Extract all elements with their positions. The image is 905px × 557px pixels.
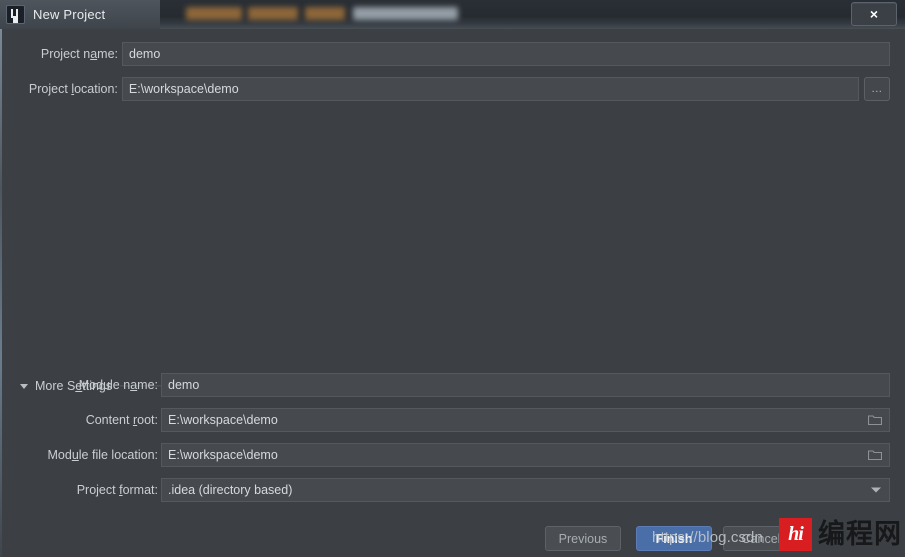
project-location-input[interactable]: E:\workspace\demo	[121, 77, 860, 101]
dialog-body: Project name: demo Project location: E:\…	[0, 29, 905, 557]
dialog-title: New Project	[33, 7, 106, 22]
folder-icon[interactable]	[868, 450, 882, 461]
project-name-input[interactable]: demo	[122, 42, 890, 66]
project-format-select[interactable]: .idea (directory based)	[161, 478, 890, 502]
project-format-row: Project format: .idea (directory based)	[38, 478, 890, 502]
content-root-input[interactable]: E:\workspace\demo	[161, 408, 890, 432]
project-location-label: Project location:	[28, 82, 118, 96]
ellipsis-icon: ...	[871, 83, 883, 95]
close-icon[interactable]: ×	[851, 2, 897, 26]
dialog-titlebar[interactable]: New Project	[0, 0, 160, 29]
project-location-row: Project location: E:\workspace\demo ...	[18, 77, 890, 101]
content-root-value: E:\workspace\demo	[168, 413, 278, 427]
project-format-value: .idea (directory based)	[168, 483, 293, 497]
project-name-value: demo	[129, 47, 161, 61]
module-name-input[interactable]: demo	[161, 373, 890, 397]
chevron-down-icon	[20, 383, 28, 389]
module-file-location-value: E:\workspace\demo	[168, 448, 278, 462]
intellij-idea-icon	[6, 5, 25, 24]
module-file-location-label: Module file location:	[47, 448, 159, 462]
module-name-label: Module name:	[78, 378, 158, 392]
finish-button[interactable]: Finish	[636, 526, 712, 551]
module-name-value: demo	[168, 378, 200, 392]
module-file-location-row: Module file location: E:\workspace\demo	[38, 443, 890, 467]
new-project-dialog: New Project × Project name: demo Project…	[0, 0, 905, 557]
module-file-location-input[interactable]: E:\workspace\demo	[161, 443, 890, 467]
chevron-down-icon[interactable]	[871, 487, 881, 493]
project-location-browse-button[interactable]: ...	[864, 77, 890, 101]
content-root-label: Content root:	[85, 413, 158, 427]
module-name-row: Module name: demo	[38, 373, 890, 397]
project-name-row: Project name: demo	[18, 42, 890, 66]
folder-icon[interactable]	[868, 415, 882, 426]
content-root-row: Content root: E:\workspace\demo	[38, 408, 890, 432]
cancel-button[interactable]: Cancel	[723, 526, 799, 551]
project-location-value: E:\workspace\demo	[128, 82, 239, 96]
previous-button[interactable]: Previous	[545, 526, 621, 551]
project-format-label: Project format:	[76, 483, 158, 497]
project-name-label: Project name:	[40, 47, 118, 61]
